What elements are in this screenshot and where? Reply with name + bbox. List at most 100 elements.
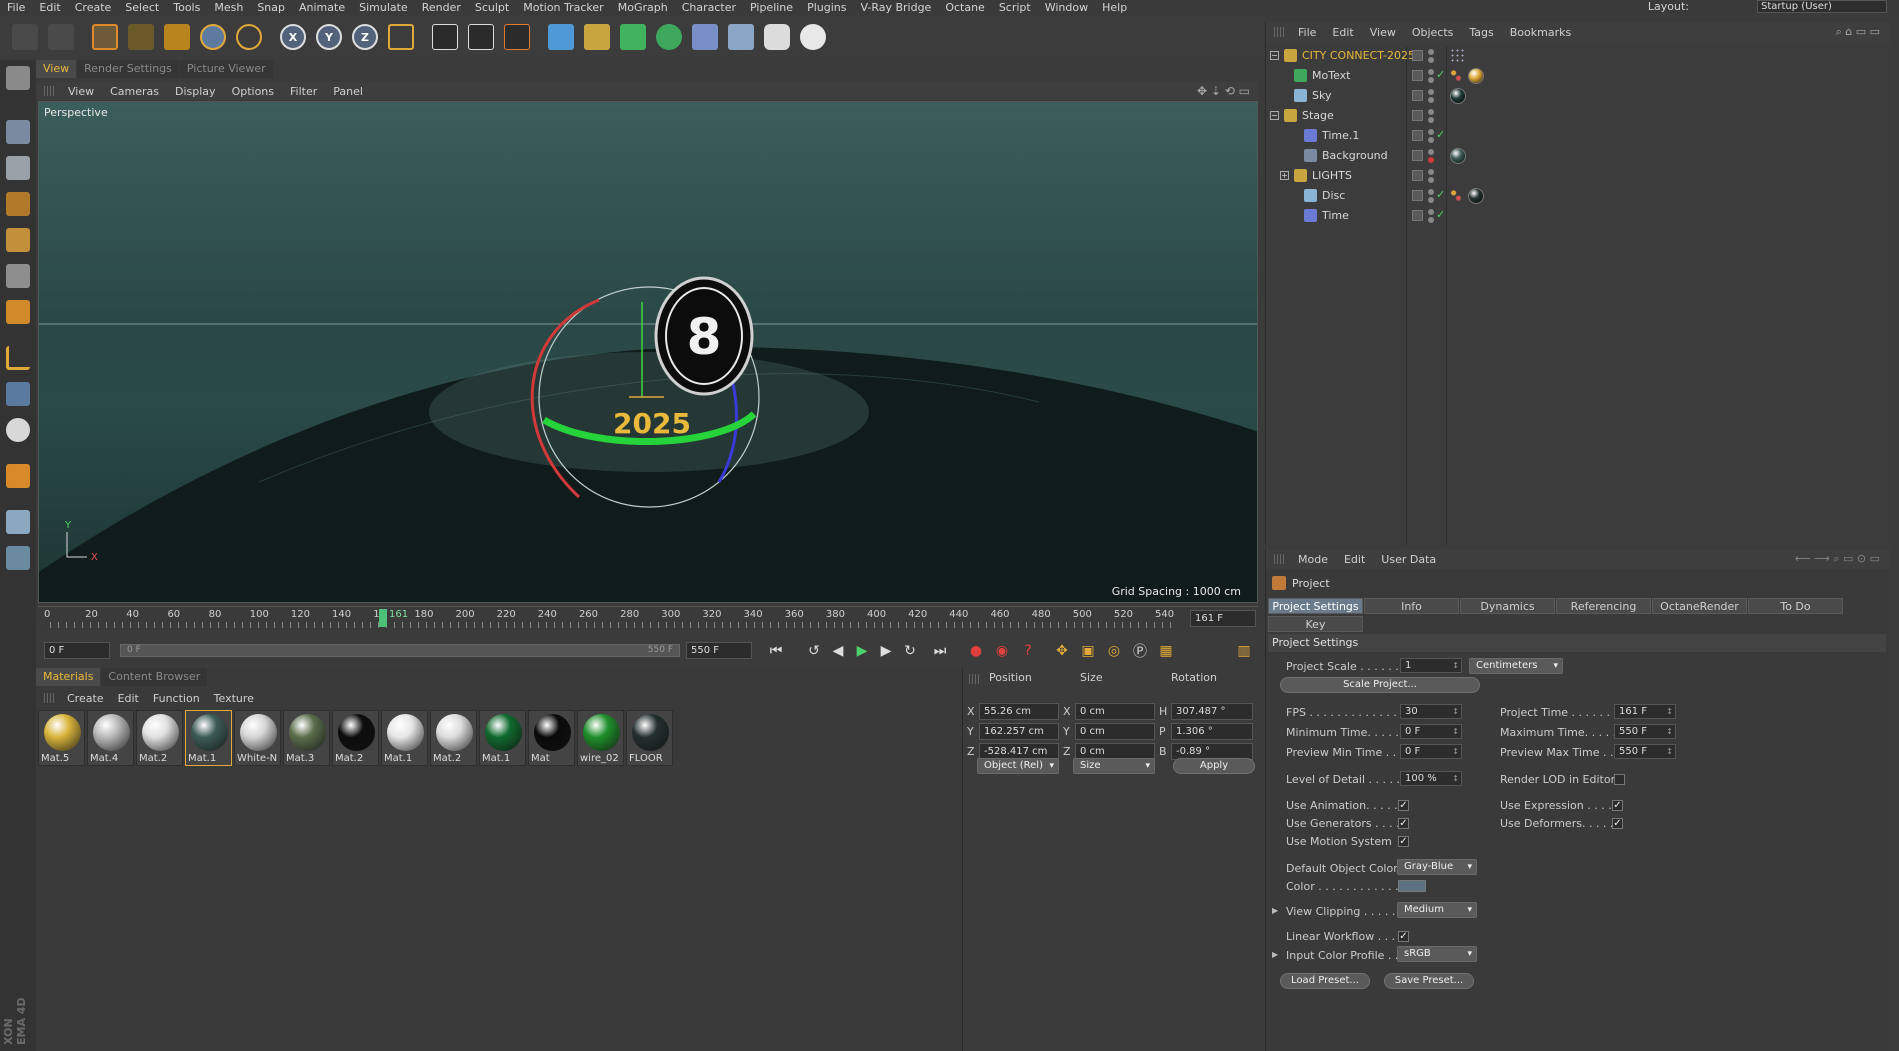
menu-create[interactable]: Create: [68, 1, 119, 14]
end-frame-field[interactable]: 550 F: [686, 642, 752, 659]
floor-icon[interactable]: [724, 20, 758, 54]
tab-project-settings[interactable]: Project Settings: [1268, 598, 1363, 614]
preview-min-time-field[interactable]: 0 F: [1400, 744, 1462, 759]
tab-referencing[interactable]: Referencing: [1556, 598, 1651, 614]
rotation-field[interactable]: 307.487 °: [1171, 703, 1253, 720]
render-visibility-icon[interactable]: [1428, 57, 1434, 63]
layer-icon[interactable]: [1412, 50, 1423, 61]
menu-edit[interactable]: Edit: [32, 1, 67, 14]
menu-file[interactable]: File: [0, 1, 32, 14]
object-menu-tags[interactable]: Tags: [1461, 26, 1501, 39]
magnet-icon[interactable]: [2, 460, 34, 492]
object-row[interactable]: Background: [1266, 146, 1888, 166]
render-visibility-icon[interactable]: [1428, 77, 1434, 83]
rotation-field[interactable]: 1.306 °: [1171, 723, 1253, 740]
tab-key-interpolation[interactable]: Key Interpolation: [1268, 616, 1363, 647]
recent-tool-icon[interactable]: [232, 20, 266, 54]
viewport-nav-icons[interactable]: ✥ ⇣ ⟲ ▭: [1197, 84, 1250, 98]
current-frame-field[interactable]: 161 F: [1190, 610, 1256, 627]
tab-dynamics[interactable]: Dynamics: [1460, 598, 1555, 614]
material-menu-create[interactable]: Create: [60, 692, 111, 705]
coordinate-mode-dropdown[interactable]: Object (Rel): [977, 758, 1059, 774]
menu-v-ray-bridge[interactable]: V-Ray Bridge: [853, 1, 938, 14]
use-expression-checkbox[interactable]: ✓: [1612, 800, 1623, 811]
z-axis-icon[interactable]: Z: [348, 20, 382, 54]
project-time-field[interactable]: 161 F: [1614, 704, 1676, 719]
mograph-tag-icon[interactable]: [1450, 189, 1462, 202]
use-motion-system-checkbox[interactable]: ✓: [1398, 836, 1409, 847]
previous-frame-icon[interactable]: ◀: [826, 640, 850, 662]
load-preset-button[interactable]: Load Preset...: [1280, 973, 1370, 989]
project-scale-unit-dropdown[interactable]: Centimeters: [1469, 658, 1563, 674]
use-generators-checkbox[interactable]: ✓: [1398, 818, 1409, 829]
snapping-icon[interactable]: [2, 414, 34, 446]
object-menu-file[interactable]: File: [1290, 26, 1324, 39]
editor-visibility-icon[interactable]: [1428, 49, 1434, 55]
material-swatch[interactable]: White-N: [234, 710, 281, 766]
maximum-time-field[interactable]: 550 F: [1614, 724, 1676, 739]
render-visibility-icon[interactable]: [1428, 217, 1434, 223]
material-swatch[interactable]: Mat.2: [332, 710, 379, 766]
model-mode-icon[interactable]: [2, 116, 34, 148]
render-visibility-icon[interactable]: [1428, 177, 1434, 183]
key-position-icon[interactable]: ✥: [1050, 640, 1074, 662]
tweak-mode-icon[interactable]: [2, 378, 34, 410]
fps-field[interactable]: 30: [1400, 704, 1462, 719]
object-name[interactable]: Time: [1322, 209, 1349, 222]
record-icon[interactable]: ●: [964, 640, 988, 662]
x-axis-icon[interactable]: X: [276, 20, 310, 54]
viewport-menu-cameras[interactable]: Cameras: [102, 85, 167, 98]
keyframe-selection-icon[interactable]: ?: [1016, 640, 1040, 662]
undo-icon[interactable]: [8, 20, 42, 54]
tab-octanerender[interactable]: OctaneRender: [1652, 598, 1747, 614]
grip-icon[interactable]: [44, 693, 54, 703]
pen-icon[interactable]: [580, 20, 614, 54]
menu-plugins[interactable]: Plugins: [800, 1, 853, 14]
object-row[interactable]: MoText ✓: [1266, 66, 1888, 86]
menu-motion-tracker[interactable]: Motion Tracker: [516, 1, 610, 14]
object-menu-objects[interactable]: Objects: [1404, 26, 1462, 39]
render-lod-checkbox[interactable]: [1614, 774, 1625, 785]
size-mode-dropdown[interactable]: Size: [1073, 758, 1155, 774]
input-color-profile-dropdown[interactable]: sRGB: [1397, 946, 1477, 962]
menu-tools[interactable]: Tools: [166, 1, 207, 14]
object-name[interactable]: LIGHTS: [1312, 169, 1352, 182]
grip-icon[interactable]: [1274, 27, 1284, 37]
tab-render-settings[interactable]: Render Settings: [77, 60, 179, 78]
view-clipping-dropdown[interactable]: Medium: [1397, 902, 1477, 918]
grip-icon[interactable]: [969, 674, 979, 684]
enabled-check-icon[interactable]: ✓: [1436, 188, 1445, 201]
object-row[interactable]: + LIGHTS: [1266, 166, 1888, 186]
default-object-color-dropdown[interactable]: Gray-Blue: [1397, 859, 1477, 875]
editor-visibility-icon[interactable]: [1428, 69, 1434, 75]
object-row[interactable]: − Stage: [1266, 106, 1888, 126]
material-tag-icon[interactable]: [1450, 148, 1466, 164]
layer-icon[interactable]: [1412, 190, 1423, 201]
layer-icon[interactable]: [1412, 150, 1423, 161]
linear-workflow-checkbox[interactable]: ✓: [1398, 931, 1409, 942]
apply-button[interactable]: Apply: [1173, 758, 1255, 774]
y-axis-icon[interactable]: Y: [312, 20, 346, 54]
menu-animate[interactable]: Animate: [292, 1, 352, 14]
play-icon[interactable]: ▶: [850, 640, 874, 662]
expand-toggle-icon[interactable]: −: [1270, 111, 1279, 120]
render-visibility-icon[interactable]: [1428, 197, 1434, 203]
light-icon[interactable]: [796, 20, 830, 54]
points-mode-icon[interactable]: [2, 224, 34, 256]
polygons-mode-icon[interactable]: [2, 296, 34, 328]
expand-toggle-icon[interactable]: −: [1270, 51, 1279, 60]
menu-render[interactable]: Render: [415, 1, 468, 14]
material-swatch[interactable]: FLOOR: [626, 710, 673, 766]
project-scale-field[interactable]: 1: [1400, 658, 1462, 673]
editor-visibility-icon[interactable]: [1428, 89, 1434, 95]
object-row[interactable]: Sky: [1266, 86, 1888, 106]
viewport-menu-options[interactable]: Options: [224, 85, 282, 98]
menu-select[interactable]: Select: [118, 1, 166, 14]
redo-icon[interactable]: [44, 20, 78, 54]
editor-visibility-icon[interactable]: [1428, 209, 1434, 215]
camera-icon[interactable]: [760, 20, 794, 54]
material-menu-edit[interactable]: Edit: [111, 692, 146, 705]
render-settings-icon[interactable]: [500, 20, 534, 54]
expand-toggle-icon[interactable]: +: [1280, 171, 1289, 180]
use-animation-checkbox[interactable]: ✓: [1398, 800, 1409, 811]
